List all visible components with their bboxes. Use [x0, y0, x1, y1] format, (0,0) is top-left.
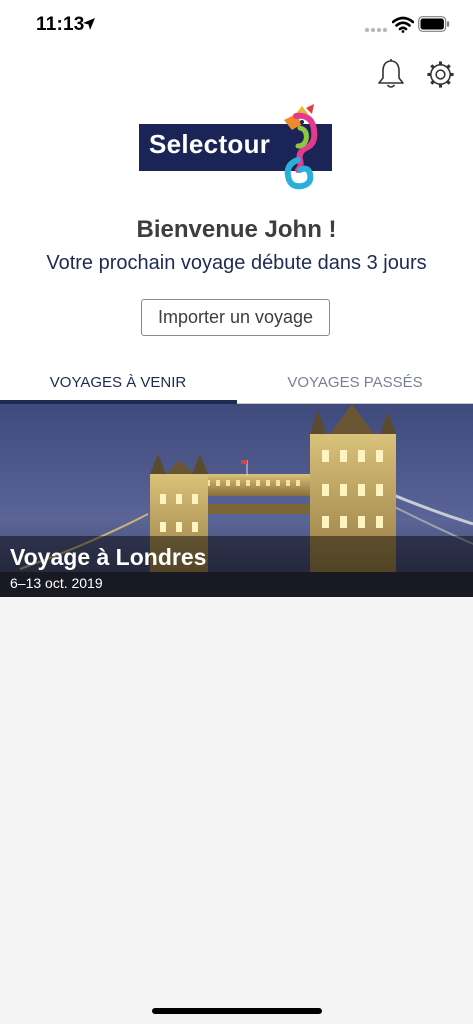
battery-icon	[418, 16, 450, 32]
tab-upcoming-trips[interactable]: VOYAGES À VENIR	[0, 363, 236, 403]
status-time: 11:13	[36, 14, 85, 35]
welcome-title: Bienvenue John !	[136, 216, 337, 243]
bell-icon[interactable]	[376, 58, 406, 90]
tab-upcoming-label: VOYAGES À VENIR	[49, 374, 187, 391]
trip-title: Voyage à Londres	[10, 544, 207, 570]
import-trip-button[interactable]: Importer un voyage	[141, 299, 330, 336]
trip-card[interactable]: Voyage à Londres 6–13 oct. 2019	[0, 404, 473, 597]
welcome-subtitle: Votre prochain voyage débute dans 3 jour…	[46, 252, 427, 274]
location-arrow-icon	[83, 18, 95, 30]
status-bar: 11:13	[0, 0, 473, 52]
wifi-icon	[392, 16, 414, 33]
home-indicator[interactable]	[152, 1008, 322, 1014]
cellular-signal-icon	[364, 27, 388, 33]
logo-text: Selectour	[149, 129, 271, 159]
trip-dates: 6–13 oct. 2019	[10, 575, 103, 591]
gear-icon[interactable]	[425, 59, 456, 90]
tab-past-label: VOYAGES PASSÉS	[287, 374, 423, 391]
selectour-logo: Selectour	[139, 104, 335, 190]
seahorse-logo-icon	[284, 104, 318, 190]
tab-past-trips[interactable]: VOYAGES PASSÉS	[237, 363, 473, 403]
